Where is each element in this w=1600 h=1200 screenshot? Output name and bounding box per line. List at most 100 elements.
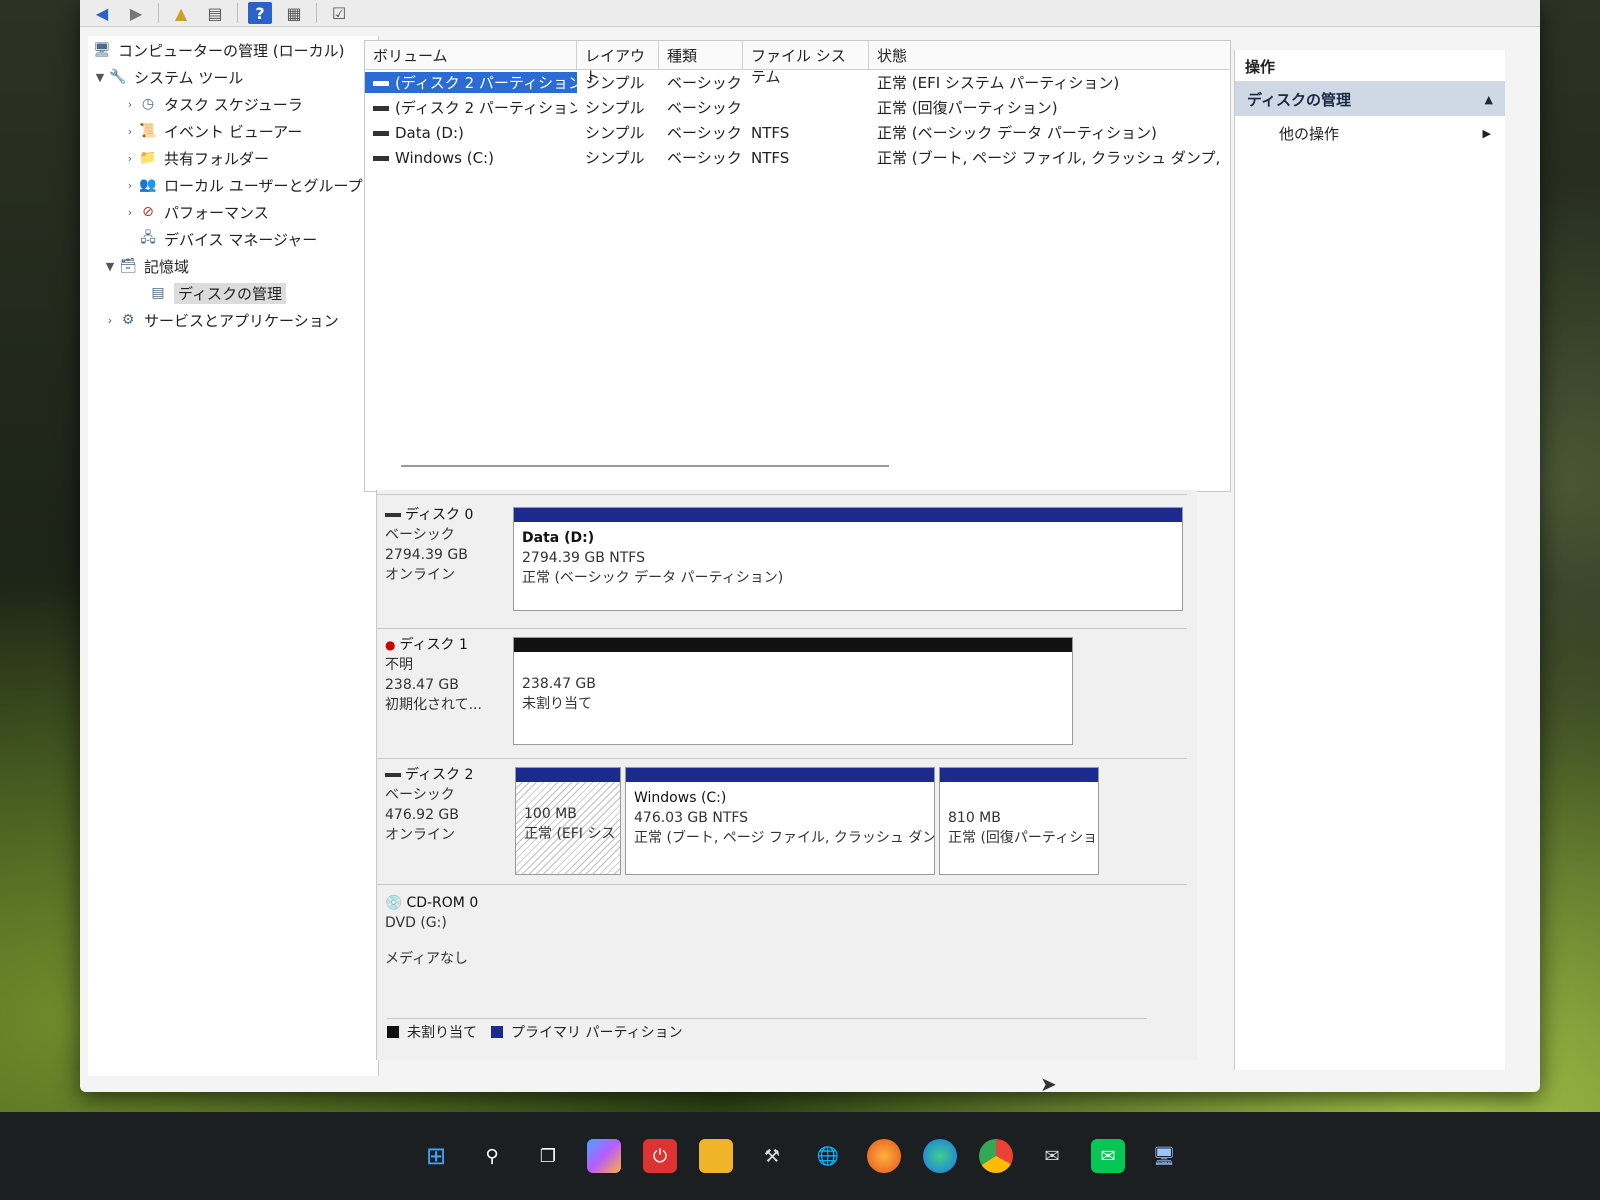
tools-icon: 🔧 bbox=[109, 69, 127, 85]
tree-item-device-manager[interactable]: 🖧 デバイス マネージャー bbox=[138, 227, 317, 251]
horizontal-scrollbar[interactable] bbox=[401, 465, 889, 467]
tree-item-performance[interactable]: › ⊘ パフォーマンス bbox=[122, 200, 269, 224]
column-header-filesystem[interactable]: ファイル システム bbox=[743, 41, 869, 86]
tree-item-task-scheduler[interactable]: › ◷ タスク スケジューラ bbox=[122, 92, 303, 116]
line-app-icon[interactable]: ✉ bbox=[1091, 1139, 1125, 1173]
forward-arrow-icon[interactable]: ▶ bbox=[124, 2, 148, 24]
tree-label: デバイス マネージャー bbox=[164, 230, 318, 249]
partition-unallocated-disk1[interactable]: 238.47 GB 未割り当て bbox=[513, 637, 1073, 745]
volume-cell: (ディスク 2 パーティション 4) bbox=[365, 97, 577, 118]
partition-size: 2794.39 GB NTFS bbox=[522, 550, 645, 566]
services-icon: ⚙ bbox=[121, 312, 135, 328]
tree-label: イベント ビューアー bbox=[164, 122, 303, 141]
partition-efi[interactable]: 100 MB 正常 (EFI シス bbox=[515, 767, 621, 875]
chrome-icon[interactable] bbox=[979, 1139, 1013, 1173]
table-row[interactable]: Data (D:) シンプル ベーシック NTFS 正常 (ベーシック データ … bbox=[365, 120, 1230, 145]
start-icon[interactable]: ⊞ bbox=[419, 1139, 453, 1173]
disk-info-1[interactable]: ● ディスク 1 不明 238.47 GB 初期化されて... bbox=[385, 635, 507, 715]
chevron-down-icon[interactable]: ▼ bbox=[92, 71, 108, 84]
search-icon[interactable]: ⚲ bbox=[475, 1139, 509, 1173]
partition-status: 正常 (EFI シス bbox=[524, 826, 616, 842]
volume-name: (ディスク 2 パーティション 1) bbox=[395, 74, 577, 92]
back-arrow-icon[interactable]: ◀ bbox=[90, 2, 114, 24]
network-app-icon[interactable]: 🌐 bbox=[811, 1139, 845, 1173]
chevron-right-icon[interactable]: › bbox=[122, 125, 138, 138]
status-cell: 正常 (ベーシック データ パーティション) bbox=[877, 124, 1157, 142]
tree-label: システム ツール bbox=[134, 68, 244, 87]
chevron-right-icon[interactable]: › bbox=[122, 152, 138, 165]
disk-map: ディスク 0 ベーシック 2794.39 GB オンライン Data (D:) … bbox=[376, 490, 1197, 1060]
disk-info-2[interactable]: ディスク 2 ベーシック 476.92 GB オンライン bbox=[385, 765, 507, 845]
up-folder-icon[interactable]: ▲ bbox=[169, 2, 193, 24]
task-view-icon[interactable]: ❐ bbox=[531, 1139, 565, 1173]
actions-section-disk-management[interactable]: ディスクの管理 ▲ bbox=[1235, 82, 1505, 116]
volume-cell: Data (D:) bbox=[365, 124, 577, 142]
action-other[interactable]: 他の操作 ▶ bbox=[1235, 116, 1505, 150]
status-cell: 正常 (回復パーティション) bbox=[877, 99, 1058, 117]
tree-label: ローカル ユーザーとグループ bbox=[164, 176, 363, 195]
partition-data-d[interactable]: Data (D:) 2794.39 GB NTFS 正常 (ベーシック データ … bbox=[513, 507, 1183, 611]
chevron-right-icon[interactable]: › bbox=[122, 206, 138, 219]
disk-state: メディアなし bbox=[385, 951, 469, 967]
shared-folder-icon: 📁 bbox=[139, 150, 157, 166]
chevron-right-icon[interactable]: › bbox=[102, 314, 118, 327]
tree-item-shared-folders[interactable]: › 📁 共有フォルダー bbox=[122, 146, 269, 170]
computer-management-window: ◀ ▶ ▲ ▤ ? ▦ ☑ 🖥 コンピューターの管理 (ローカル) ▼ 🔧 シス… bbox=[80, 0, 1540, 1092]
tree-item-services[interactable]: › ⚙ サービスとアプリケーション bbox=[102, 308, 339, 332]
tree-label: コンピューターの管理 (ローカル) bbox=[118, 41, 345, 60]
tree-item-root[interactable]: 🖥 コンピューターの管理 (ローカル) bbox=[92, 38, 344, 62]
layout-cell: シンプル bbox=[585, 74, 645, 92]
copilot-icon[interactable] bbox=[587, 1139, 621, 1173]
primary-partition-bar bbox=[940, 768, 1098, 782]
collapse-arrow-icon[interactable]: ▲ bbox=[1485, 93, 1493, 106]
tree-item-event-viewer[interactable]: › 📜 イベント ビューアー bbox=[122, 119, 302, 143]
disk-size: 476.92 GB bbox=[385, 807, 459, 823]
mail-app-icon[interactable]: ✉ bbox=[1035, 1139, 1069, 1173]
disk-info-0[interactable]: ディスク 0 ベーシック 2794.39 GB オンライン bbox=[385, 505, 507, 585]
chevron-right-icon[interactable]: › bbox=[122, 98, 138, 111]
chevron-down-icon[interactable]: ▼ bbox=[102, 260, 118, 273]
table-row[interactable]: Windows (C:) シンプル ベーシック NTFS 正常 (ブート, ペー… bbox=[365, 145, 1230, 170]
partition-size: 238.47 GB bbox=[522, 676, 596, 692]
partition-windows-c[interactable]: Windows (C:) 476.03 GB NTFS 正常 (ブート, ページ… bbox=[625, 767, 935, 875]
help-icon[interactable]: ? bbox=[248, 2, 272, 24]
column-header-layout[interactable]: レイアウト bbox=[577, 41, 659, 86]
column-header-volume[interactable]: ボリューム bbox=[365, 41, 577, 69]
tree-item-local-users[interactable]: › 👥 ローカル ユーザーとグループ bbox=[122, 173, 363, 197]
properties-icon[interactable]: ☑ bbox=[327, 2, 351, 24]
partition-status: 正常 (ブート, ページ ファイル, クラッシュ ダンプ, / bbox=[634, 830, 935, 846]
disk-management-icon: ▤ bbox=[151, 285, 165, 301]
table-row[interactable]: (ディスク 2 パーティション 1) シンプル ベーシック 正常 (EFI シス… bbox=[365, 70, 1230, 95]
column-header-type[interactable]: 種類 bbox=[659, 41, 743, 69]
performance-icon: ⊘ bbox=[142, 204, 154, 220]
storage-icon: 🗃 bbox=[119, 258, 137, 274]
action-label: 他の操作 bbox=[1279, 124, 1340, 143]
show-hide-tree-icon[interactable]: ▤ bbox=[203, 2, 227, 24]
action-pane-icon[interactable]: ▦ bbox=[282, 2, 306, 24]
cdrom-icon: 💿 bbox=[385, 895, 403, 911]
tree-item-system-tools[interactable]: ▼ 🔧 システム ツール bbox=[92, 65, 244, 89]
section-label: ディスクの管理 bbox=[1247, 90, 1351, 109]
power-app-icon[interactable]: ⏻ bbox=[643, 1139, 677, 1173]
partition-recovery[interactable]: 810 MB 正常 (回復パーティショ bbox=[939, 767, 1099, 875]
actions-pane: 操作 ディスクの管理 ▲ 他の操作 ▶ bbox=[1234, 50, 1505, 1070]
computer-management-app-icon[interactable]: 🖥 bbox=[1147, 1139, 1181, 1173]
tools-app-icon[interactable]: ⚒ bbox=[755, 1139, 789, 1173]
disk-name: ディスク 1 bbox=[399, 637, 468, 653]
firefox-icon[interactable] bbox=[867, 1139, 901, 1173]
chevron-right-icon[interactable]: › bbox=[122, 179, 138, 192]
table-row[interactable]: (ディスク 2 パーティション 4) シンプル ベーシック 正常 (回復パーティ… bbox=[365, 95, 1230, 120]
partition-status: 正常 (回復パーティショ bbox=[948, 830, 1098, 846]
fs-cell: NTFS bbox=[751, 123, 790, 142]
tree-item-disk-management[interactable]: ▤ ディスクの管理 bbox=[148, 281, 286, 305]
disk-info-cdrom[interactable]: 💿 CD-ROM 0 DVD (G:) メディアなし bbox=[385, 893, 507, 969]
tree-item-storage[interactable]: ▼ 🗃 記憶域 bbox=[102, 254, 189, 278]
disk-type: 不明 bbox=[385, 657, 413, 673]
layout-cell: シンプル bbox=[585, 124, 645, 142]
file-explorer-icon[interactable] bbox=[699, 1139, 733, 1173]
column-header-status[interactable]: 状態 bbox=[869, 41, 1224, 69]
volume-name: (ディスク 2 パーティション 4) bbox=[395, 99, 577, 117]
type-cell: ベーシック bbox=[667, 124, 742, 142]
edge-icon[interactable] bbox=[923, 1139, 957, 1173]
volume-icon bbox=[373, 81, 389, 86]
